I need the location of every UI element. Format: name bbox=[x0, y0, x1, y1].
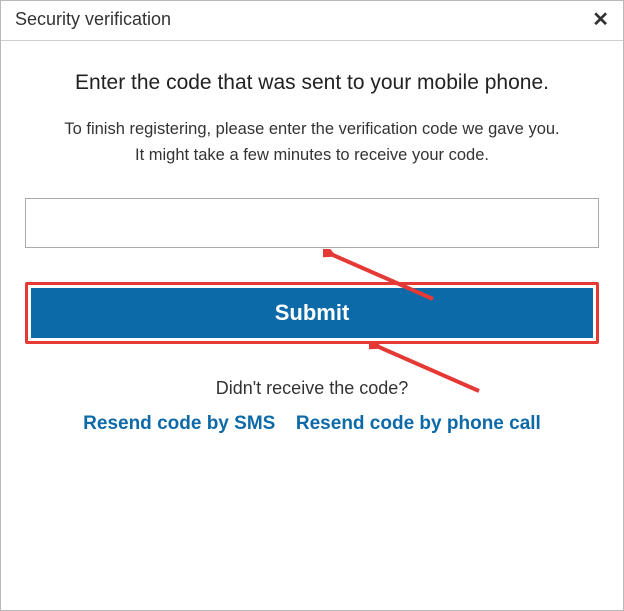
titlebar: Security verification ✕ bbox=[1, 1, 623, 41]
description: To finish registering, please enter the … bbox=[42, 117, 582, 168]
dialog: Security verification ✕ Enter the code t… bbox=[0, 0, 624, 611]
heading: Enter the code that was sent to your mob… bbox=[25, 71, 599, 95]
resend-sms-link[interactable]: Resend code by SMS bbox=[83, 413, 275, 434]
verification-code-input[interactable] bbox=[25, 198, 599, 248]
submit-highlight: Submit bbox=[25, 282, 599, 344]
submit-button[interactable]: Submit bbox=[31, 288, 593, 338]
description-line2: It might take a few minutes to receive y… bbox=[135, 146, 489, 164]
no-receive-text: Didn't receive the code? bbox=[25, 378, 599, 399]
dialog-title: Security verification bbox=[15, 9, 171, 30]
close-icon[interactable]: ✕ bbox=[592, 10, 609, 30]
resend-links: Resend code by SMS Resend code by phone … bbox=[25, 413, 599, 435]
description-line1: To finish registering, please enter the … bbox=[64, 120, 559, 138]
content: Enter the code that was sent to your mob… bbox=[1, 41, 623, 435]
resend-call-link[interactable]: Resend code by phone call bbox=[296, 413, 541, 434]
